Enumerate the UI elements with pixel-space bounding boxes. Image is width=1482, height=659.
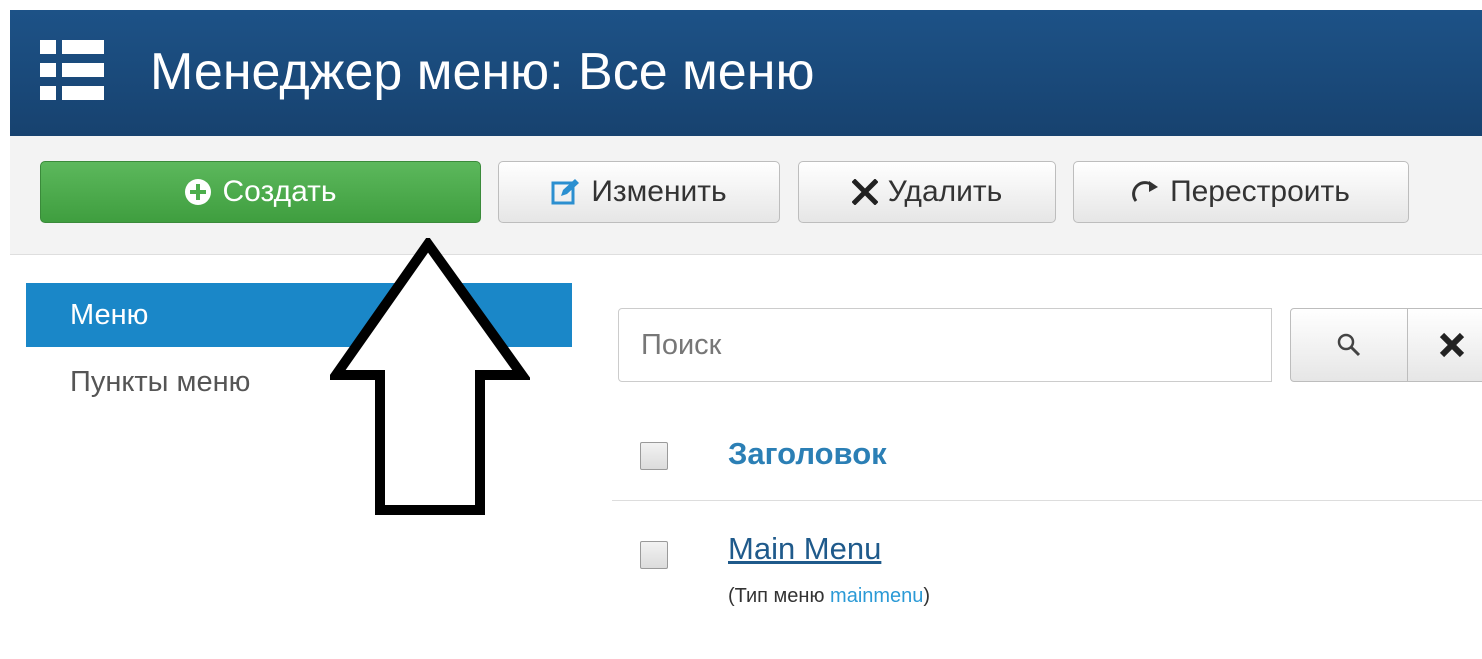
create-button[interactable]: Создать (40, 161, 481, 223)
menus-table: Заголовок Main Menu (Тип меню mainmenu) (612, 408, 1482, 659)
page: Менеджер меню: Все меню Создать Изменить (0, 0, 1482, 659)
refresh-icon (1132, 179, 1160, 205)
list-icon (40, 40, 104, 100)
delete-button-label: Удалить (887, 175, 1003, 208)
close-icon (851, 179, 878, 205)
delete-button[interactable]: Удалить (798, 161, 1056, 223)
annotation-arrow-up-icon (330, 238, 530, 515)
column-title-header[interactable]: Заголовок (728, 436, 887, 472)
menu-title-link[interactable]: Main Menu (728, 531, 881, 567)
page-title: Менеджер меню: Все меню (150, 43, 815, 101)
edit-button[interactable]: Изменить (498, 161, 780, 223)
search-input[interactable] (618, 308, 1272, 382)
close-icon (1439, 332, 1465, 358)
toolbar: Создать Изменить Удалить Перестроить (10, 136, 1482, 255)
menu-type-text: (Тип меню mainmenu) (728, 585, 930, 608)
create-button-label: Создать (222, 175, 337, 208)
plus-circle-icon (184, 178, 212, 206)
row-checkbox[interactable] (640, 541, 668, 569)
menu-type-value: mainmenu (830, 585, 924, 607)
clear-search-button[interactable] (1407, 308, 1482, 382)
page-header: Менеджер меню: Все меню (10, 10, 1482, 136)
menu-type-suffix: ) (923, 585, 931, 607)
table-row: Main Menu (Тип меню mainmenu) (612, 501, 1482, 659)
search-icon (1337, 333, 1361, 357)
menu-type-prefix: (Тип меню (728, 585, 831, 607)
search-button[interactable] (1290, 308, 1408, 382)
edit-icon (551, 178, 581, 206)
select-all-checkbox[interactable] (640, 442, 668, 470)
rebuild-button-label: Перестроить (1170, 175, 1350, 208)
rebuild-button[interactable]: Перестроить (1073, 161, 1409, 223)
table-header: Заголовок (612, 408, 1482, 501)
edit-button-label: Изменить (591, 175, 727, 208)
